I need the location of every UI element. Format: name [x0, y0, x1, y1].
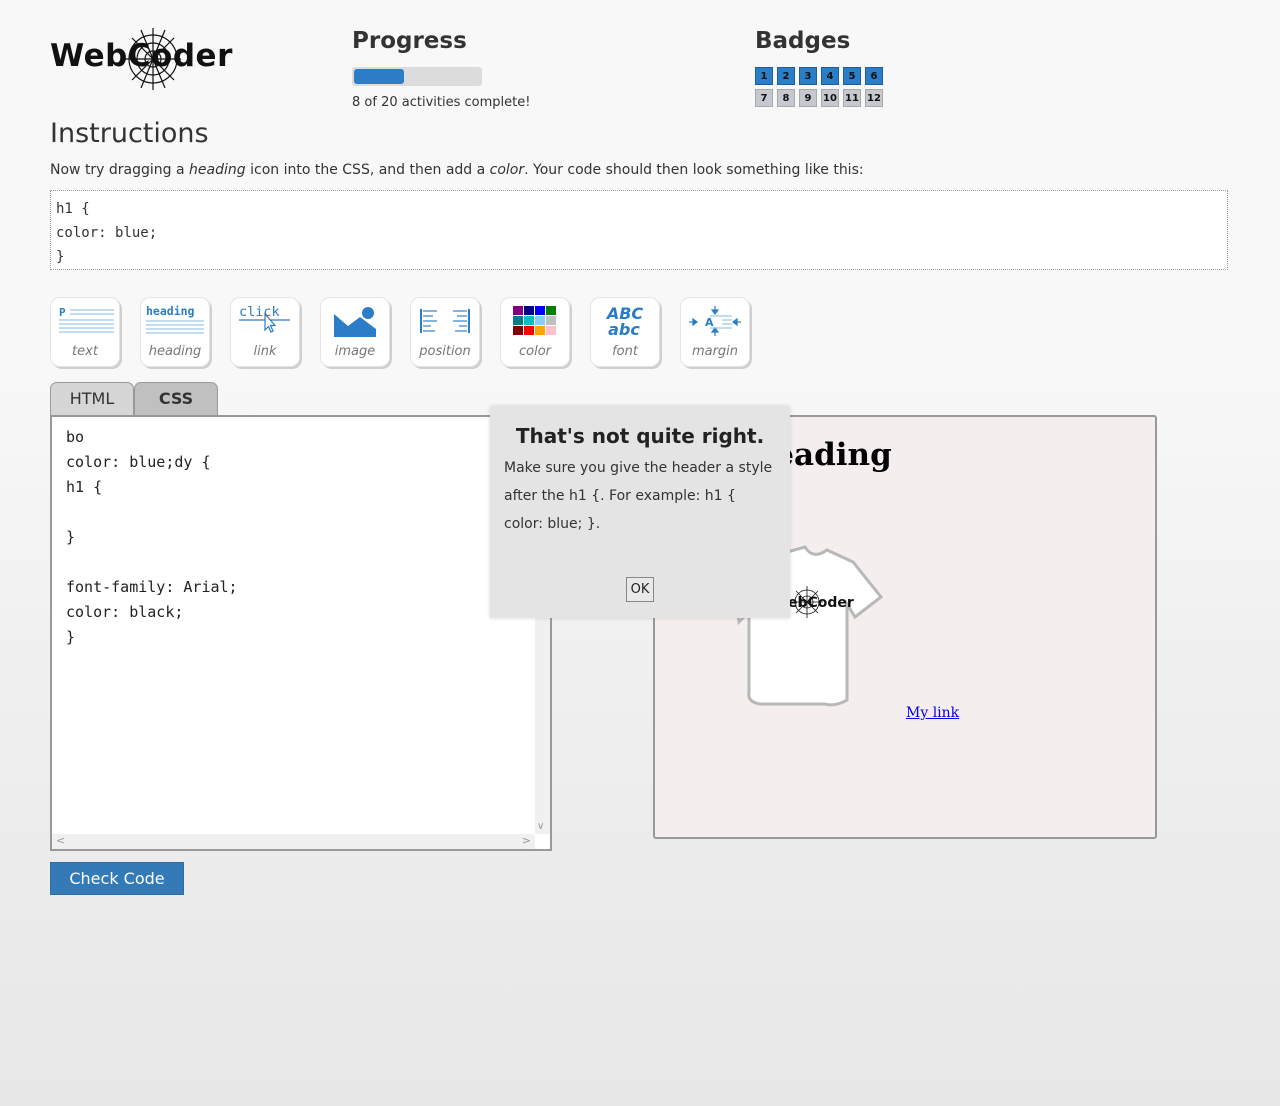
click-cursor-icon: click — [239, 304, 290, 333]
webcoder-logo: WebCoder — [50, 26, 232, 92]
progress-bar — [352, 67, 482, 86]
preview-my-link[interactable]: My link — [906, 705, 959, 721]
scroll-down-arrow-icon[interactable]: ∨ — [537, 821, 544, 832]
badge-3[interactable]: 3 — [799, 67, 817, 85]
badge-12[interactable]: 12 — [865, 89, 883, 107]
tool-color-label: color — [518, 344, 551, 359]
tool-color[interactable]: color — [500, 297, 570, 367]
editor-line[interactable]: } — [66, 525, 238, 550]
badge-1[interactable]: 1 — [755, 67, 773, 85]
editor-line[interactable]: color: black; — [66, 600, 238, 625]
landscape-image-icon — [334, 307, 376, 337]
instructions-text-part: . Your code should then look something l… — [524, 162, 864, 178]
editor-line[interactable]: font-family: Arial; — [66, 575, 238, 600]
heading-lines-icon: heading — [146, 304, 204, 334]
badge-5[interactable]: 5 — [843, 67, 861, 85]
instructions-text: Now try dragging a heading icon into the… — [50, 162, 864, 178]
margin-arrows-icon: A — [689, 306, 741, 336]
tool-image[interactable]: image — [320, 297, 390, 367]
color-grid-icon — [513, 306, 556, 335]
badge-9[interactable]: 9 — [799, 89, 817, 107]
heading-icon-text: heading — [146, 304, 195, 318]
scroll-right-arrow-icon[interactable]: > — [522, 834, 531, 847]
instructions-title: Instructions — [50, 118, 209, 149]
badge-8[interactable]: 8 — [777, 89, 795, 107]
progress-title: Progress — [352, 28, 467, 54]
dialog-title: That's not quite right. — [515, 424, 765, 448]
spiderweb-icon — [125, 28, 181, 90]
editor-line[interactable]: color: blue;dy { — [66, 450, 238, 475]
check-code-button[interactable]: Check Code — [50, 862, 184, 895]
tool-heading-label: heading — [148, 344, 202, 359]
example-code-block: h1 { color: blue; } — [50, 190, 1228, 270]
badge-2[interactable]: 2 — [777, 67, 795, 85]
font-icon-lower: abc — [608, 320, 640, 339]
editor-line[interactable] — [66, 550, 238, 575]
margin-icon-text: A — [705, 316, 714, 329]
tool-position[interactable]: position — [410, 297, 480, 367]
badge-7[interactable]: 7 — [755, 89, 773, 107]
editor-line[interactable]: bo — [66, 425, 238, 450]
tool-font[interactable]: ABC abc font — [590, 297, 660, 367]
editor-code-lines[interactable]: bo color: blue;dy { h1 { } font-family: … — [66, 425, 238, 650]
scroll-left-arrow-icon[interactable]: < — [56, 834, 65, 847]
progress-bar-fill — [354, 69, 405, 84]
align-lines-icon — [420, 309, 470, 333]
editor-line[interactable] — [66, 500, 238, 525]
tab-css[interactable]: CSS — [134, 382, 218, 416]
instructions-text-part: icon into the CSS, and then add a — [245, 162, 490, 178]
tool-image-label: image — [334, 344, 376, 359]
abc-font-icon: ABC abc — [605, 304, 644, 339]
instructions-text-part: Now try dragging a — [50, 162, 190, 178]
tool-link-label: link — [253, 344, 277, 359]
badge-4[interactable]: 4 — [821, 67, 839, 85]
editor-line[interactable]: h1 { — [66, 475, 238, 500]
tool-margin-label: margin — [691, 344, 739, 359]
paragraph-lines-icon: P — [59, 306, 114, 333]
instructions-emphasis-heading: heading — [189, 162, 246, 178]
editor-line[interactable]: } — [66, 625, 238, 650]
progress-status-text: 8 of 20 activities complete! — [352, 95, 531, 110]
tab-html[interactable]: HTML — [50, 382, 134, 416]
instructions-emphasis-color: color — [489, 162, 525, 178]
link-icon-text: click — [239, 304, 280, 320]
svg-text:P: P — [59, 306, 66, 319]
dialog-message: Make sure you give the header a style af… — [504, 460, 773, 532]
editor-horizontal-scrollbar[interactable]: < > — [52, 834, 535, 849]
tool-font-label: font — [612, 344, 638, 359]
tool-link[interactable]: click link — [230, 297, 300, 367]
tool-text-label: text — [72, 344, 98, 359]
badge-6[interactable]: 6 — [865, 67, 883, 85]
error-dialog: That's not quite right. Make sure you gi… — [490, 406, 790, 618]
badge-10[interactable]: 10 — [821, 89, 839, 107]
tool-margin[interactable]: A margin — [680, 297, 750, 367]
tool-heading[interactable]: heading heading — [140, 297, 210, 367]
badges-title: Badges — [755, 28, 851, 54]
ok-button[interactable]: OK — [626, 577, 654, 602]
css-code-editor[interactable]: bo color: blue;dy { h1 { } font-family: … — [50, 415, 552, 851]
badge-11[interactable]: 11 — [843, 89, 861, 107]
tool-position-label: position — [419, 344, 471, 359]
badges-grid: 1 2 3 4 5 6 7 8 9 10 11 12 — [755, 67, 891, 107]
tool-text[interactable]: P text — [50, 297, 120, 367]
